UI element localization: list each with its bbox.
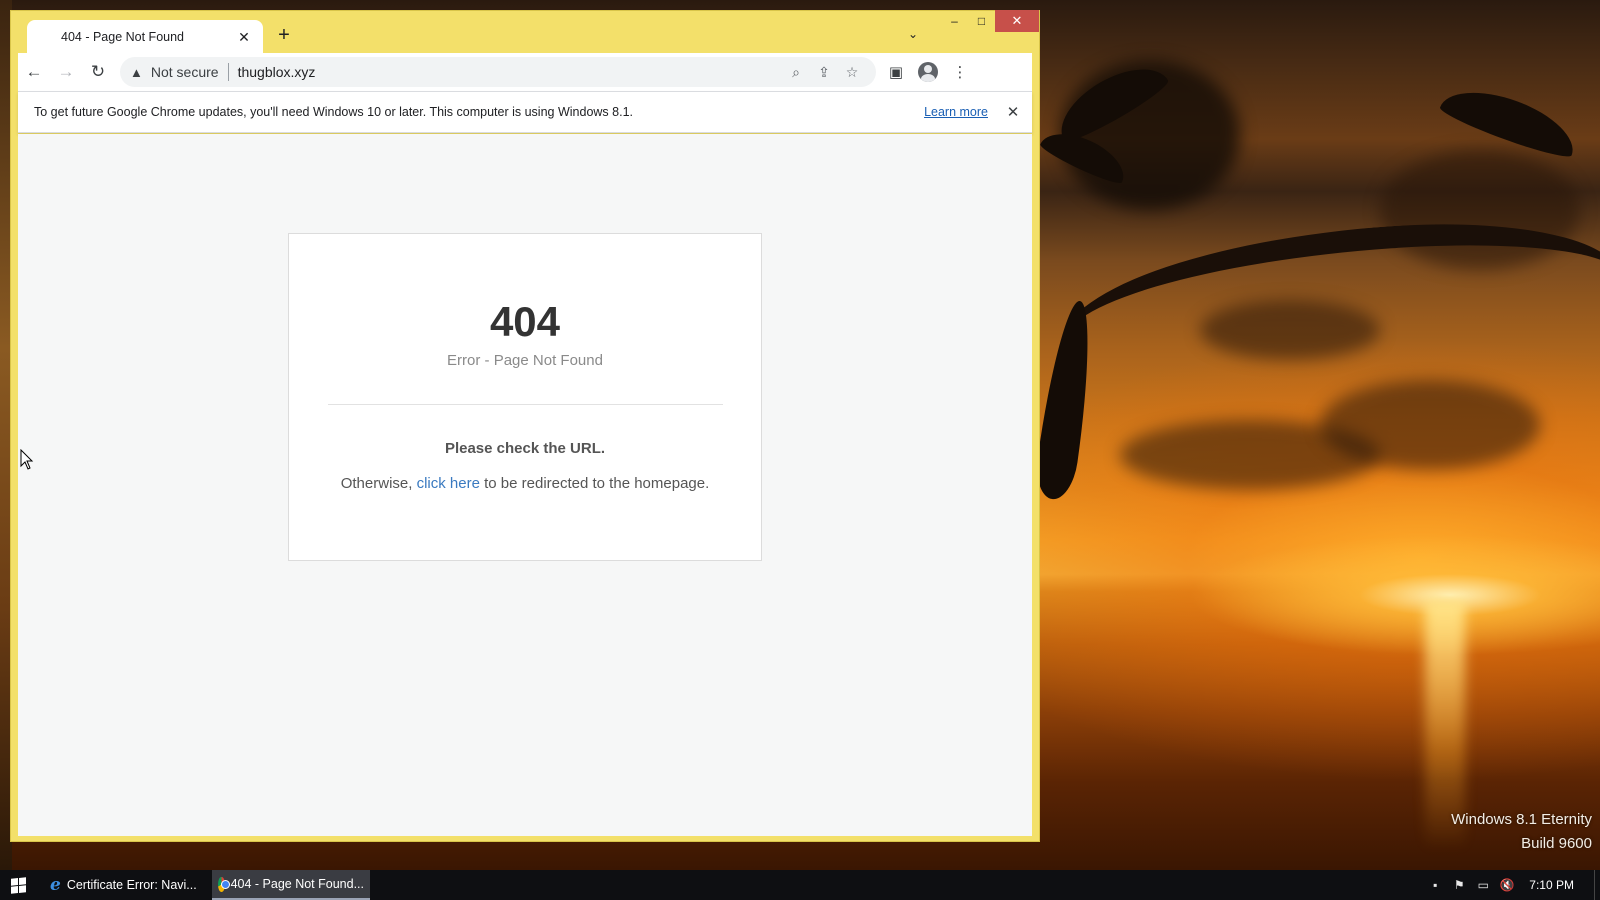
tab-search-icon[interactable]: ⌄ [904, 27, 922, 45]
network-device-icon[interactable]: ▪ [1423, 878, 1447, 892]
taskbar-item-label: Certificate Error: Navi... [66, 878, 197, 892]
windows-logo-icon [10, 876, 26, 894]
divider [328, 404, 723, 405]
reload-icon[interactable]: ↻ [82, 56, 114, 88]
taskbar-item-certificate-error[interactable]: e Certificate Error: Navi... [44, 870, 202, 900]
menu-kebab-icon[interactable]: ⋮ [944, 56, 976, 88]
error-subtitle: Error - Page Not Found [447, 352, 603, 369]
avatar [918, 62, 938, 82]
internet-explorer-icon: e [50, 875, 61, 895]
network-icon[interactable]: ▭ [1471, 878, 1495, 892]
address-divider [227, 63, 229, 81]
cloud [1320, 380, 1540, 470]
taskbar-item-label: 404 - Page Not Found... [230, 877, 364, 891]
share-icon[interactable]: ⇪ [810, 60, 838, 84]
window-controls: – □ ✕ [941, 10, 1039, 32]
redirect-message: Otherwise, click here to be redirected t… [289, 475, 761, 492]
title-bar[interactable]: 404 - Page Not Found ✕ + ⌄ – □ ✕ [11, 10, 1039, 54]
zoom-search-icon[interactable]: ⌕ [782, 60, 810, 84]
not-secure-label[interactable]: Not secure [151, 64, 219, 80]
chrome-icon [218, 876, 230, 892]
back-arrow-icon[interactable]: ← [18, 56, 50, 88]
learn-more-link[interactable]: Learn more [924, 105, 988, 119]
palm-trunk [1055, 210, 1600, 410]
minimize-button[interactable]: – [941, 10, 968, 32]
tab-close-icon[interactable]: ✕ [235, 28, 253, 46]
browser-window: 404 - Page Not Found ✕ + ⌄ – □ ✕ ← → ↻ ▲… [10, 10, 1040, 842]
bookmark-star-icon[interactable]: ☆ [838, 60, 866, 84]
infobar-close-icon[interactable]: ✕ [1004, 103, 1022, 121]
redirect-suffix: to be redirected to the homepage. [479, 475, 710, 492]
browser-toolbar: ← → ↻ ▲ Not secure thugblox.xyz ⌕ ⇪ ☆ ▣ … [18, 53, 1032, 91]
start-button[interactable] [0, 870, 36, 900]
taskbar-item-chrome-404[interactable]: 404 - Page Not Found... [212, 870, 370, 900]
clock[interactable]: 7:10 PM [1529, 878, 1574, 892]
update-infobar: To get future Google Chrome updates, you… [18, 91, 1032, 133]
warning-icon[interactable]: ▲ [130, 65, 143, 80]
show-desktop-button[interactable] [1594, 870, 1600, 900]
close-window-button[interactable]: ✕ [995, 10, 1039, 32]
profile-avatar-icon[interactable] [912, 56, 944, 88]
infobar-message: To get future Google Chrome updates, you… [34, 105, 633, 119]
new-tab-button[interactable]: + [273, 25, 295, 47]
windows-watermark: Windows 8.1 Eternity Build 9600 [1451, 808, 1592, 856]
taskbar: e Certificate Error: Navi... 404 - Page … [0, 870, 1600, 900]
watermark-build: Build 9600 [1521, 835, 1592, 852]
volume-muted-icon[interactable]: 🔇 [1495, 878, 1519, 892]
palm-frond [1437, 77, 1583, 163]
check-url-message: Please check the URL. [444, 440, 606, 457]
tab-404-page[interactable]: 404 - Page Not Found ✕ [27, 20, 263, 54]
error-code: 404 [489, 298, 561, 345]
error-card: 404 Error - Page Not Found Please check … [288, 233, 762, 561]
system-tray: ▪ ⚑ ▭ 🔇 7:10 PM [1423, 870, 1600, 900]
side-panel-icon[interactable]: ▣ [880, 56, 912, 88]
tab-title: 404 - Page Not Found [61, 30, 184, 44]
mouse-cursor-icon [20, 449, 34, 470]
watermark-edition: Windows 8.1 Eternity [1451, 811, 1592, 828]
redirect-prefix: Otherwise, [340, 475, 417, 492]
url-text[interactable]: thugblox.xyz [238, 64, 782, 80]
forward-arrow-icon[interactable]: → [50, 56, 82, 88]
action-center-flag-icon[interactable]: ⚑ [1447, 878, 1471, 892]
click-here-link[interactable]: click here [417, 475, 480, 492]
address-bar[interactable]: ▲ Not secure thugblox.xyz ⌕ ⇪ ☆ [120, 57, 876, 87]
page-viewport: 404 Error - Page Not Found Please check … [18, 134, 1032, 836]
maximize-button[interactable]: □ [968, 10, 995, 32]
